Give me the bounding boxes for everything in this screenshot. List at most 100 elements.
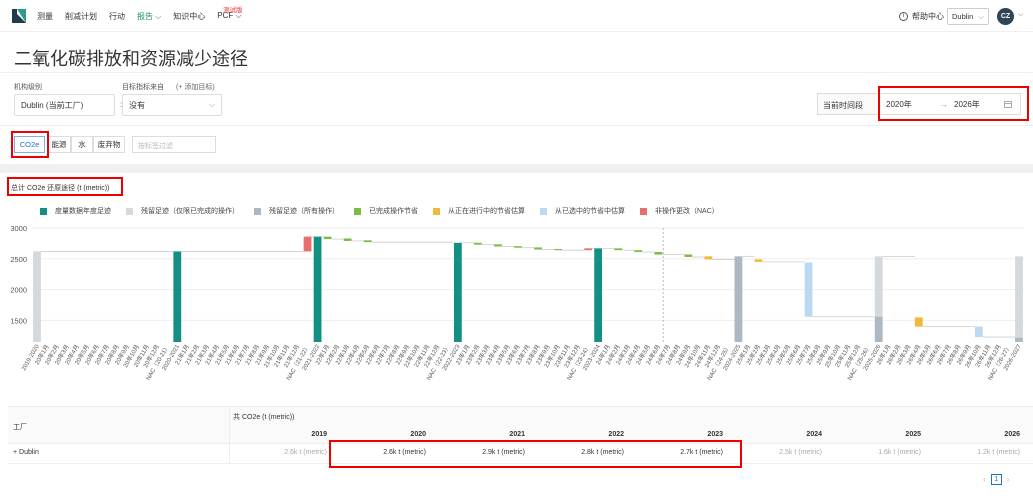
legend-swatch <box>640 207 647 215</box>
site-selector[interactable]: Dublin ⌵ <box>947 8 989 25</box>
legend-item[interactable]: 已完成操作节省 <box>354 206 418 216</box>
legend-swatch <box>354 207 361 215</box>
y-tick-label: 1500 <box>10 316 27 325</box>
next-page-button[interactable]: › <box>1007 475 1010 484</box>
bar-done <box>514 246 522 248</box>
app-logo[interactable] <box>11 8 27 24</box>
legend-item[interactable]: 残留足迹（仅限已完成的操作） <box>126 206 239 216</box>
tab-waste[interactable]: 废弃物 <box>93 136 125 153</box>
site-selector-value: Dublin <box>952 12 974 21</box>
legend-swatch <box>254 207 261 215</box>
bar-selected <box>975 326 983 338</box>
nav-measure[interactable]: 测量 <box>37 11 53 22</box>
legend-label: 从正在进行中的节省估算 <box>448 208 525 215</box>
year-column-header: 2026 <box>1004 431 1020 438</box>
nav-reports[interactable]: 报告 ⌵ <box>137 11 161 22</box>
bar-done <box>634 250 643 253</box>
bar-done <box>534 247 542 250</box>
year-column-header: 2022 <box>608 431 624 438</box>
legend-item[interactable]: 非操作更改（NAC） <box>640 206 719 216</box>
legend-label: 残留足迹（所有操作） <box>269 208 339 215</box>
bar-done <box>363 240 372 243</box>
table-cell: 1.6k t (metric) <box>878 449 921 456</box>
legend-label: 已完成操作节省 <box>369 208 418 215</box>
bar-measured <box>173 251 182 342</box>
chart-legend: 度量数据年度足迹 残留足迹（仅限已完成的操作） 残留足迹（所有操作） 已完成操作… <box>40 206 734 216</box>
tag-filter-input[interactable]: 按标签过滤 <box>132 136 216 153</box>
info-icon: i <box>899 12 908 21</box>
bar-residual-done <box>874 256 883 317</box>
nav-actions[interactable]: 行动 <box>109 11 125 22</box>
bar-ongoing <box>754 259 763 262</box>
org-level-label: 机构级别 <box>14 84 42 91</box>
chevron-down-icon[interactable]: ⌵ <box>1018 11 1023 19</box>
y-tick-label: 2000 <box>10 286 27 295</box>
period-label: 当前时间段 <box>817 93 877 115</box>
legend-item[interactable]: 从已选中的节省中估算 <box>540 206 625 216</box>
main-nav: 测量 削减计划 行动 报告 ⌵ 知识中心 PCF ⌵ <box>37 11 254 22</box>
expand-row-dublin[interactable]: + Dublin <box>13 449 39 456</box>
nav-reduction-plan[interactable]: 削减计划 <box>65 11 97 22</box>
bar-done <box>343 238 352 241</box>
bar-residual-all <box>734 256 743 342</box>
bar-measured <box>453 242 462 342</box>
highlight-box <box>878 86 1029 121</box>
bar-done <box>473 242 482 245</box>
bar-done <box>684 254 693 257</box>
legend-item[interactable]: 从正在进行中的节省估算 <box>433 206 525 216</box>
legend-label: 残留足迹（仅限已完成的操作） <box>141 208 239 215</box>
column-header-factory[interactable]: 工厂 <box>13 422 27 432</box>
bar-nac <box>303 236 312 252</box>
org-level-value: Dublin (当前工厂) <box>21 100 84 110</box>
year-column-header: 2024 <box>806 431 822 438</box>
table-cell: 2.6k t (metric) <box>284 449 327 456</box>
bar-ongoing <box>704 256 713 260</box>
tab-water[interactable]: 水 <box>71 136 93 153</box>
tab-energy[interactable]: 能源 <box>47 136 71 153</box>
legend-item[interactable]: 残留足迹（所有操作） <box>254 206 339 216</box>
legend-swatch <box>126 207 133 215</box>
help-center-label: 帮助中心 <box>912 12 944 21</box>
year-column-header: 2025 <box>905 431 921 438</box>
legend-item[interactable]: 度量数据年度足迹 <box>40 206 111 216</box>
top-navigation: 测量 削减计划 行动 报告 ⌵ 知识中心 PCF ⌵ 测试版 i 帮助中心 Du… <box>0 0 1033 32</box>
org-level-select[interactable]: Dublin (当前工厂) <box>14 94 115 116</box>
page-1-button[interactable]: 1 <box>990 474 1002 485</box>
nav-knowledge-center[interactable]: 知识中心 <box>173 11 205 22</box>
help-center-link[interactable]: i 帮助中心 <box>899 11 944 22</box>
bar-done <box>614 248 623 251</box>
prev-page-button[interactable]: ‹ <box>983 475 986 484</box>
bar-measured <box>594 248 603 342</box>
legend-swatch <box>40 207 47 215</box>
bar-nac <box>584 248 593 251</box>
target-source-value: 没有 <box>129 100 145 110</box>
bar-residual-all <box>1015 337 1023 342</box>
year-column-header: 2019 <box>311 431 327 438</box>
legend-label: 非操作更改（NAC） <box>655 208 719 215</box>
year-column-header: 2023 <box>707 431 723 438</box>
table-header <box>8 406 1033 444</box>
y-tick-label: 3000 <box>10 224 27 233</box>
legend-swatch <box>433 207 440 215</box>
target-source-label: 目标指标来自 <box>122 84 164 91</box>
divider <box>0 125 1033 126</box>
year-column-header: 2021 <box>509 431 525 438</box>
highlight-box <box>329 440 742 468</box>
legend-swatch <box>540 207 547 215</box>
divider <box>0 72 1033 73</box>
table-cell: 2.5k t (metric) <box>779 449 822 456</box>
bar-done <box>654 252 663 255</box>
chevron-down-icon: ⌵ <box>208 100 215 109</box>
pagination: ‹ 1 › <box>983 474 1009 485</box>
legend-label: 度量数据年度足迹 <box>55 208 111 215</box>
chevron-down-icon: ⌵ <box>978 12 984 21</box>
column-header-total: 共 CO2e (t (metric)) <box>233 414 295 421</box>
target-source-select[interactable]: 没有 ⌵ <box>122 94 222 116</box>
bar-done <box>494 244 502 247</box>
year-column-header: 2020 <box>410 431 426 438</box>
bar-done <box>323 236 332 240</box>
add-target-link[interactable]: (+ 添加目标) <box>176 82 215 92</box>
bar-residual-all <box>874 316 883 342</box>
user-avatar[interactable]: CZ <box>997 8 1014 25</box>
bar-ongoing <box>914 317 923 327</box>
